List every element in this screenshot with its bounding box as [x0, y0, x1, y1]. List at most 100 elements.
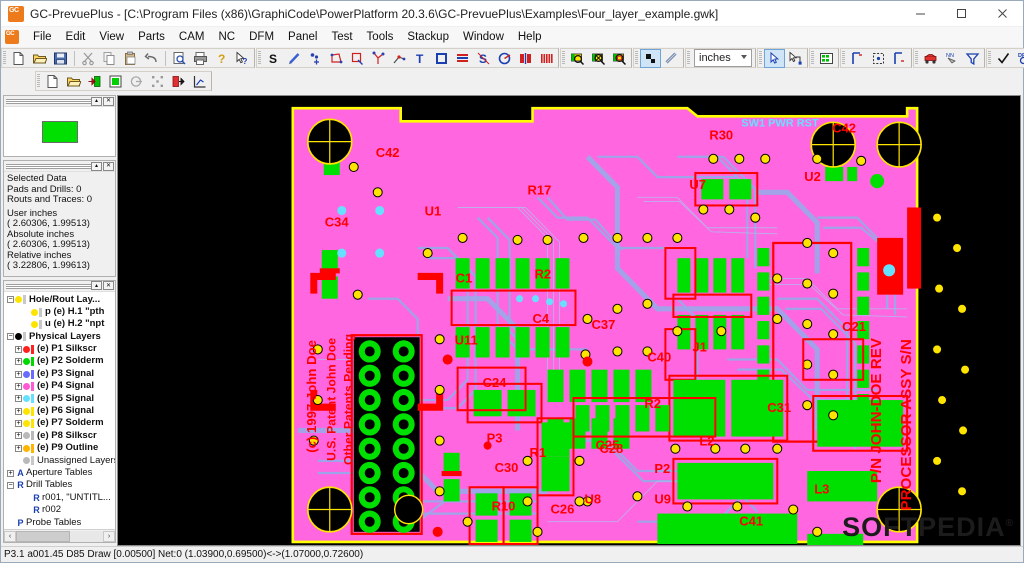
net-trace-icon[interactable]: [368, 49, 389, 68]
open-job-icon[interactable]: [63, 72, 84, 91]
rotate-layer-icon[interactable]: [126, 72, 147, 91]
rectangle-edit-icon[interactable]: [347, 49, 368, 68]
menu-item-stackup[interactable]: Stackup: [400, 29, 456, 45]
square-pad-icon[interactable]: [431, 49, 452, 68]
expand-plus-icon[interactable]: +: [14, 358, 23, 366]
menu-item-edit[interactable]: Edit: [59, 29, 93, 45]
menu-item-parts[interactable]: Parts: [131, 29, 172, 45]
layer-color-dot[interactable]: [23, 420, 30, 428]
scroll-left-icon[interactable]: ‹: [4, 530, 16, 542]
tree-row[interactable]: P Probe Tables: [6, 517, 115, 529]
new-job-icon[interactable]: [42, 72, 63, 91]
add-pad-icon[interactable]: [305, 49, 326, 68]
tree-row[interactable]: + (e) P5 Signal: [6, 393, 115, 405]
collapse-icon[interactable]: ▴: [91, 96, 102, 106]
pointer-select-icon[interactable]: [764, 48, 785, 68]
layer-color-dot[interactable]: [23, 345, 30, 353]
expand-plus-icon[interactable]: +: [14, 432, 23, 440]
layer-color-dot[interactable]: [23, 358, 30, 366]
collapse-icon[interactable]: ▴: [91, 161, 102, 171]
tree-row[interactable]: + (e) P3 Signal: [6, 368, 115, 380]
filter-funnel-icon[interactable]: [962, 49, 983, 68]
layer-color-dot[interactable]: [23, 457, 30, 465]
layer-color-dot[interactable]: [23, 407, 30, 415]
arc-icon[interactable]: [494, 49, 515, 68]
align-right-icon[interactable]: [889, 49, 910, 68]
measure-icon[interactable]: [389, 49, 410, 68]
text-tool-icon[interactable]: T: [410, 49, 431, 68]
tree-row[interactable]: + (e) P4 Signal: [6, 380, 115, 392]
layer-color-dot[interactable]: [23, 395, 30, 403]
help-pointer-icon[interactable]: ?: [232, 49, 253, 68]
polygon-icon[interactable]: [326, 49, 347, 68]
close-icon[interactable]: ✕: [103, 161, 114, 171]
expand-plus-icon[interactable]: +: [6, 469, 15, 477]
zoom-selection-icon[interactable]: [609, 49, 630, 68]
help-question-icon[interactable]: ?: [211, 49, 232, 68]
cut-scissors-icon[interactable]: [78, 49, 99, 68]
mirror-icon[interactable]: [515, 49, 536, 68]
zoom-all-icon[interactable]: [588, 49, 609, 68]
close-icon[interactable]: [982, 1, 1023, 27]
tree-row[interactable]: + (e) P7 Solderm: [6, 417, 115, 429]
bars-icon[interactable]: [536, 49, 557, 68]
open-folder-icon[interactable]: [29, 49, 50, 68]
tree-row[interactable]: + A Aperture Tables: [6, 467, 115, 479]
menu-item-panel[interactable]: Panel: [281, 29, 324, 45]
collapse-minus-icon[interactable]: −: [6, 333, 15, 341]
new-file-icon[interactable]: [8, 49, 29, 68]
tree-row[interactable]: − Physical Layers: [6, 331, 115, 343]
maximize-icon[interactable]: [941, 1, 982, 27]
layers-stack-icon[interactable]: [452, 49, 473, 68]
expand-plus-icon[interactable]: +: [14, 395, 23, 403]
expand-plus-icon[interactable]: +: [14, 382, 23, 390]
export-layer-icon[interactable]: [168, 72, 189, 91]
menu-item-dfm[interactable]: DFM: [242, 29, 281, 45]
menu-item-nc[interactable]: NC: [211, 29, 242, 45]
layer-color-dot[interactable]: [23, 432, 30, 440]
check-mark-icon[interactable]: [993, 49, 1014, 68]
copy-icon[interactable]: [99, 49, 120, 68]
tree-row[interactable]: Rr002: [6, 504, 115, 516]
scroll-track[interactable]: [16, 530, 103, 542]
layers-tree-hscrollbar[interactable]: ‹ ›: [4, 529, 115, 542]
collapse-minus-icon[interactable]: −: [6, 482, 15, 490]
align-left-icon[interactable]: [847, 49, 868, 68]
layer-color-dot[interactable]: [15, 333, 22, 341]
close-icon[interactable]: ✕: [103, 281, 114, 290]
layer-color-dot[interactable]: [23, 444, 30, 452]
units-select[interactable]: inches: [694, 49, 752, 67]
tree-row[interactable]: + (e) P9 Outline: [6, 442, 115, 454]
tree-row[interactable]: + (e) P8 Silkscr: [6, 430, 115, 442]
green-layer-icon[interactable]: [105, 72, 126, 91]
expand-plus-icon[interactable]: +: [14, 345, 23, 353]
tree-row[interactable]: − R Drill Tables: [6, 479, 115, 491]
layer-color-dot[interactable]: [31, 320, 38, 328]
netlist-compare-icon[interactable]: [920, 49, 941, 68]
tree-row[interactable]: + (e) P1 Silkscr: [6, 343, 115, 355]
layer-color-dot[interactable]: [15, 296, 22, 304]
menu-item-test[interactable]: Test: [324, 29, 359, 45]
layer-color-dot[interactable]: [31, 308, 38, 316]
align-center-icon[interactable]: [868, 49, 889, 68]
menu-item-window[interactable]: Window: [456, 29, 511, 45]
menu-item-view[interactable]: View: [92, 29, 131, 45]
tree-row[interactable]: + (e) P6 Signal: [6, 405, 115, 417]
print-preview-icon[interactable]: [169, 49, 190, 68]
tree-row[interactable]: p (e) H.1 "pth: [6, 306, 115, 318]
print-icon[interactable]: [190, 49, 211, 68]
dfm-zoom-icon[interactable]: DFM: [1014, 49, 1024, 68]
menu-item-tools[interactable]: Tools: [360, 29, 401, 45]
layer-color-dot[interactable]: [23, 370, 30, 378]
menu-item-file[interactable]: File: [26, 29, 59, 45]
expand-plus-icon[interactable]: +: [14, 370, 23, 378]
collapse-icon[interactable]: ▴: [91, 281, 102, 290]
zoom-window-icon[interactable]: [567, 49, 588, 68]
tree-row[interactable]: u (e) H.2 "npt: [6, 318, 115, 330]
minimize-icon[interactable]: [900, 1, 941, 27]
outline-draw-icon[interactable]: [661, 49, 682, 68]
tree-row[interactable]: Unassigned Layers: [6, 455, 115, 467]
scroll-right-icon[interactable]: ›: [103, 530, 115, 542]
filled-draw-icon[interactable]: [640, 48, 661, 68]
layers-tree[interactable]: − Hole/Rout Lay... p (e) H.1 "pth u (e) H.2…: [4, 291, 115, 529]
